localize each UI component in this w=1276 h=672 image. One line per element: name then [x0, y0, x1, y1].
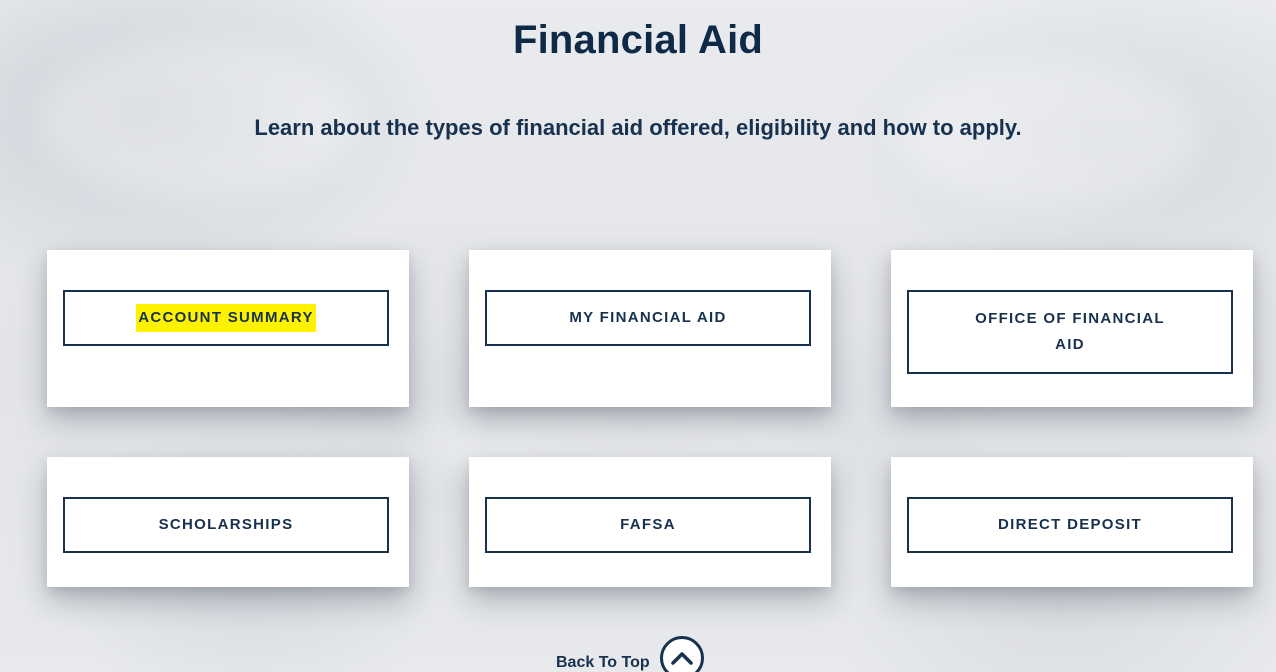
card-scholarships: SCHOLARSHIPS: [47, 457, 409, 587]
chevron-up-circle-icon[interactable]: [659, 636, 704, 672]
fafsa-button[interactable]: FAFSA: [485, 497, 811, 553]
office-of-financial-aid-button[interactable]: OFFICE OF FINANCIAL AID: [907, 290, 1233, 374]
card-fafsa: FAFSA: [469, 457, 831, 587]
card-direct-deposit: DIRECT DEPOSIT: [891, 457, 1253, 587]
account-summary-label: ACCOUNT SUMMARY: [136, 304, 316, 332]
back-to-top-link[interactable]: Back To Top: [556, 636, 704, 672]
card-my-financial-aid: MY FINANCIAL AID: [469, 250, 831, 407]
scholarships-button[interactable]: SCHOLARSHIPS: [63, 497, 389, 553]
back-to-top-label: Back To Top: [556, 654, 650, 671]
direct-deposit-button[interactable]: DIRECT DEPOSIT: [907, 497, 1233, 553]
my-financial-aid-button[interactable]: MY FINANCIAL AID: [485, 290, 811, 346]
card-office-of-financial-aid: OFFICE OF FINANCIAL AID: [891, 250, 1253, 407]
page-subtitle: Learn about the types of financial aid o…: [254, 115, 1022, 140]
page-title: Financial Aid: [512, 18, 764, 62]
chevron-up-icon: [670, 652, 693, 665]
card-account-summary: ACCOUNT SUMMARY: [47, 250, 409, 407]
account-summary-button[interactable]: ACCOUNT SUMMARY: [63, 290, 389, 346]
